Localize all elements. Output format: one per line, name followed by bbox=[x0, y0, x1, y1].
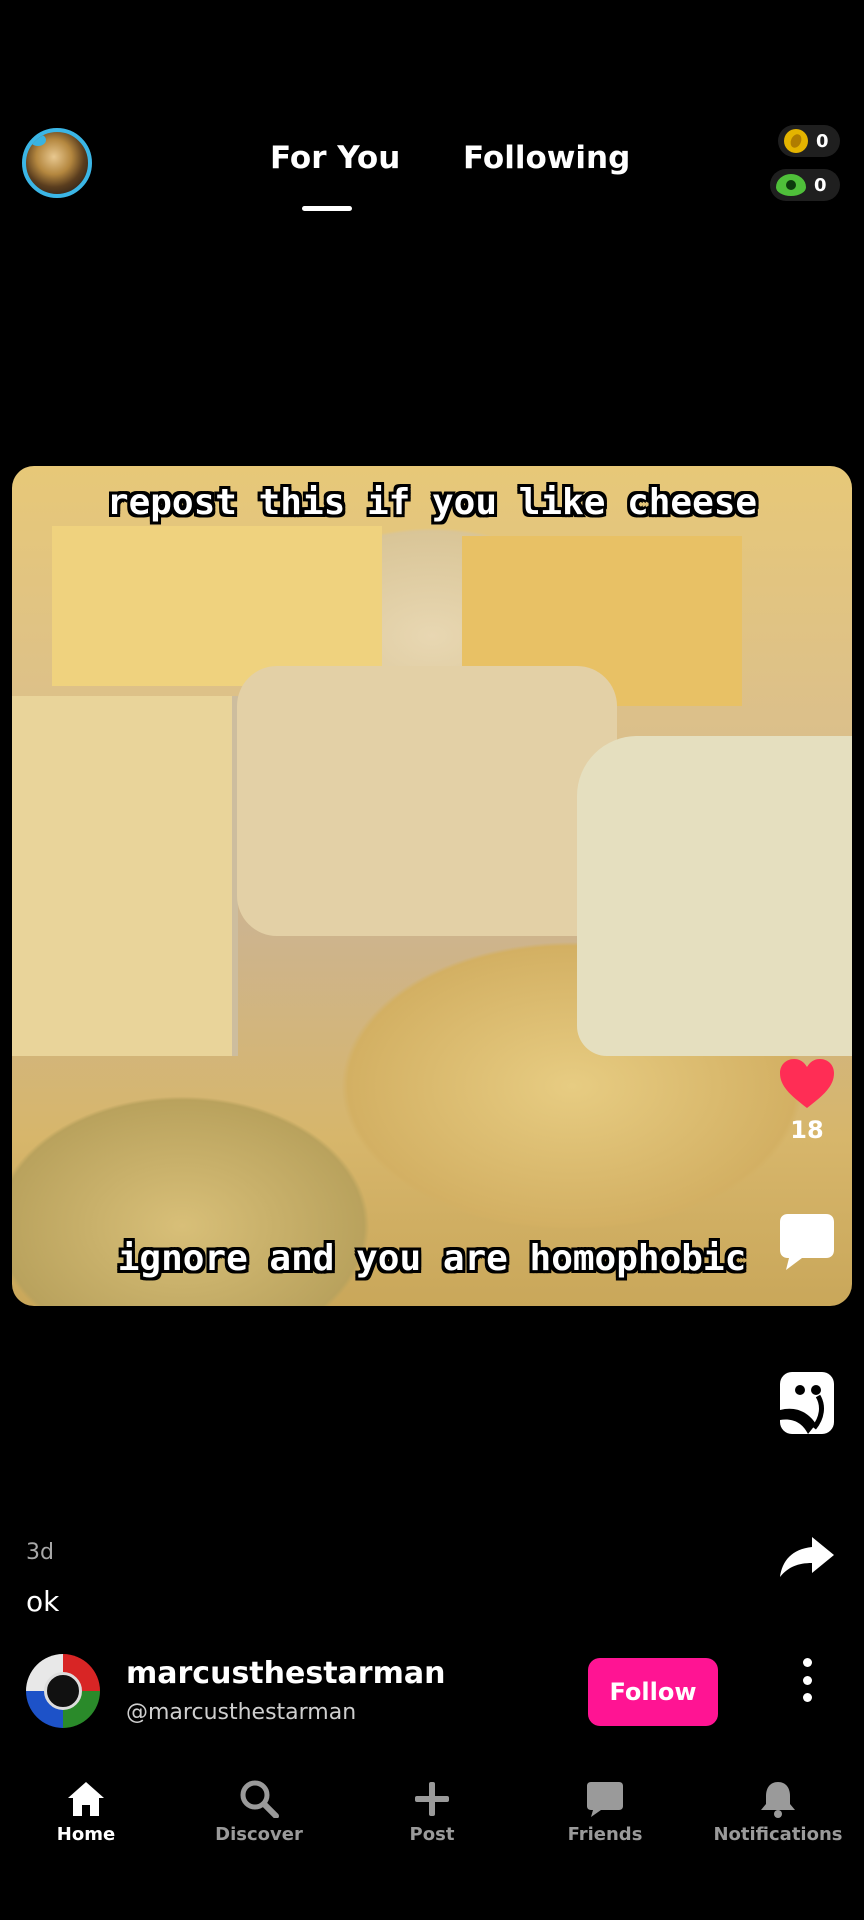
gem-balance[interactable]: 0 bbox=[770, 169, 840, 201]
bottom-nav: Home Discover Post Friends Notifications bbox=[0, 1770, 864, 1880]
follow-button[interactable]: Follow bbox=[588, 1658, 718, 1726]
repost-icon bbox=[780, 1372, 834, 1434]
nav-label: Post bbox=[409, 1824, 455, 1845]
nav-home[interactable]: Home bbox=[11, 1780, 161, 1845]
tab-for-you[interactable]: For You bbox=[270, 140, 400, 176]
post-media[interactable]: repost this if you like cheese ignore an… bbox=[12, 466, 852, 1306]
dot-icon bbox=[802, 1675, 812, 1685]
nav-post[interactable]: Post bbox=[357, 1780, 507, 1845]
cheese-block bbox=[52, 526, 382, 686]
comment-icon bbox=[780, 1214, 834, 1270]
feed-tabs: For You Following bbox=[0, 140, 864, 211]
heart-icon bbox=[780, 1059, 834, 1108]
nav-label: Home bbox=[56, 1824, 116, 1845]
more-options-button[interactable] bbox=[795, 1658, 819, 1702]
chat-icon bbox=[587, 1782, 623, 1817]
dot-icon bbox=[802, 1658, 812, 1667]
share-arrow-icon bbox=[780, 1537, 834, 1577]
nav-discover[interactable]: Discover bbox=[184, 1780, 334, 1845]
cheese-block bbox=[12, 696, 238, 1056]
media-caption-bottom: ignore and you are homophobic bbox=[117, 1238, 747, 1279]
share-button[interactable] bbox=[778, 1535, 836, 1579]
coin-balance[interactable]: 0 bbox=[778, 125, 840, 157]
plus-icon bbox=[415, 1782, 449, 1816]
home-icon bbox=[68, 1782, 104, 1816]
like-button[interactable]: 18 bbox=[778, 1058, 836, 1144]
nav-notifications[interactable]: Notifications bbox=[703, 1780, 853, 1845]
gem-count: 0 bbox=[814, 174, 827, 196]
active-tab-indicator bbox=[302, 206, 352, 211]
nav-label: Notifications bbox=[713, 1824, 843, 1845]
post-time: 3d bbox=[26, 1540, 54, 1565]
author-name[interactable]: marcusthestarman bbox=[126, 1656, 445, 1691]
media-caption-top: repost this if you like cheese bbox=[106, 482, 758, 523]
nav-friends[interactable]: Friends bbox=[530, 1780, 680, 1845]
nav-label: Discover bbox=[215, 1824, 303, 1845]
nav-label: Friends bbox=[567, 1824, 643, 1845]
search-icon bbox=[240, 1780, 279, 1818]
avatar-face bbox=[44, 1672, 82, 1710]
dot-icon bbox=[802, 1693, 812, 1702]
repost-button[interactable] bbox=[778, 1370, 836, 1436]
comment-button[interactable] bbox=[778, 1212, 836, 1272]
like-count: 18 bbox=[790, 1116, 824, 1144]
author-avatar[interactable] bbox=[26, 1654, 100, 1728]
bell-icon bbox=[761, 1782, 795, 1818]
author-handle[interactable]: @marcusthestarman bbox=[126, 1700, 356, 1725]
cheese-block bbox=[237, 666, 617, 936]
cheese-block bbox=[577, 736, 852, 1056]
coin-count: 0 bbox=[816, 130, 829, 152]
post-text: ok bbox=[26, 1585, 60, 1618]
tab-following[interactable]: Following bbox=[463, 140, 630, 176]
gold-coin-icon bbox=[784, 129, 808, 153]
green-gem-icon bbox=[776, 174, 806, 196]
